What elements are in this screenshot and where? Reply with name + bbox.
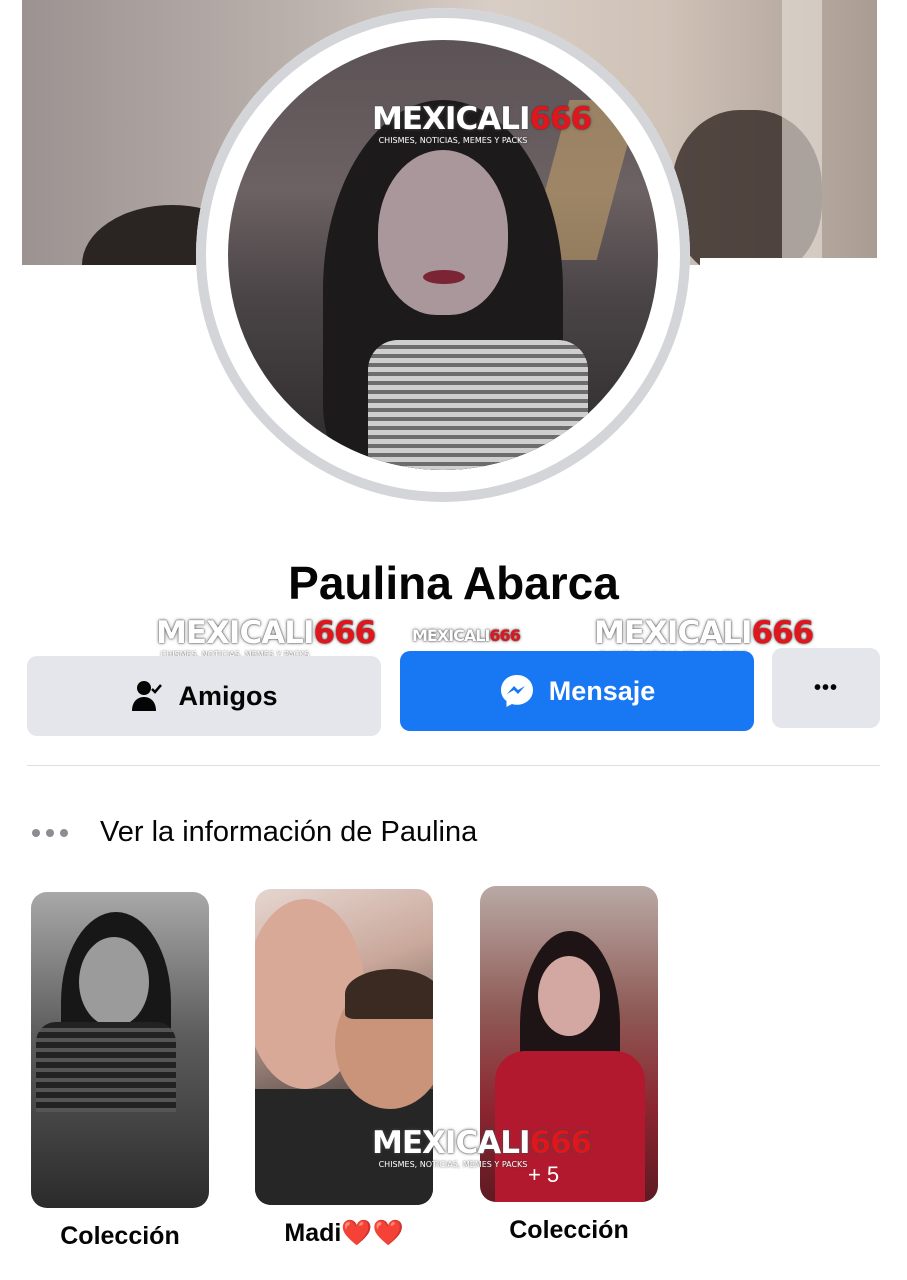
more-icon: ••• bbox=[813, 676, 838, 699]
watermark-logo: MEXICALI666 bbox=[412, 626, 521, 645]
messenger-icon bbox=[499, 673, 535, 709]
highlight-cover bbox=[31, 892, 209, 1208]
profile-name: Paulina Abarca bbox=[288, 557, 619, 609]
section-divider bbox=[27, 765, 880, 766]
watermark-logo: MEXICALI666 CHISMES, NOTICIAS, MEMES Y P… bbox=[372, 1125, 592, 1169]
cover-edge bbox=[700, 258, 877, 268]
friends-button[interactable]: Amigos bbox=[27, 656, 381, 736]
friends-icon bbox=[130, 679, 164, 713]
more-options-button[interactable]: ••• bbox=[772, 648, 880, 728]
avatar-shirt bbox=[368, 340, 588, 470]
friends-label: Amigos bbox=[178, 680, 278, 711]
highlight-caption: Madi❤️❤️ bbox=[284, 1219, 404, 1247]
highlight-caption: Colección bbox=[60, 1222, 180, 1250]
message-label: Mensaje bbox=[548, 675, 656, 706]
cover-wall bbox=[782, 0, 822, 265]
see-about-info-row[interactable]: Ver la información de Paulina bbox=[32, 810, 477, 855]
more-dots-icon bbox=[32, 828, 68, 837]
highlight-caption: Colección bbox=[509, 1216, 629, 1244]
see-about-label: Ver la información de Paulina bbox=[100, 816, 478, 848]
avatar-face bbox=[378, 150, 508, 315]
watermark-logo: MEXICALI666 CHISMES, NOTICIAS, MEMES Y P… bbox=[372, 101, 592, 145]
avatar-lips bbox=[423, 270, 465, 284]
message-button[interactable]: Mensaje bbox=[400, 651, 754, 731]
watermark-logo: MEXICALI666 CHISMES, NOTICIAS, MEMES Y P… bbox=[156, 615, 376, 659]
